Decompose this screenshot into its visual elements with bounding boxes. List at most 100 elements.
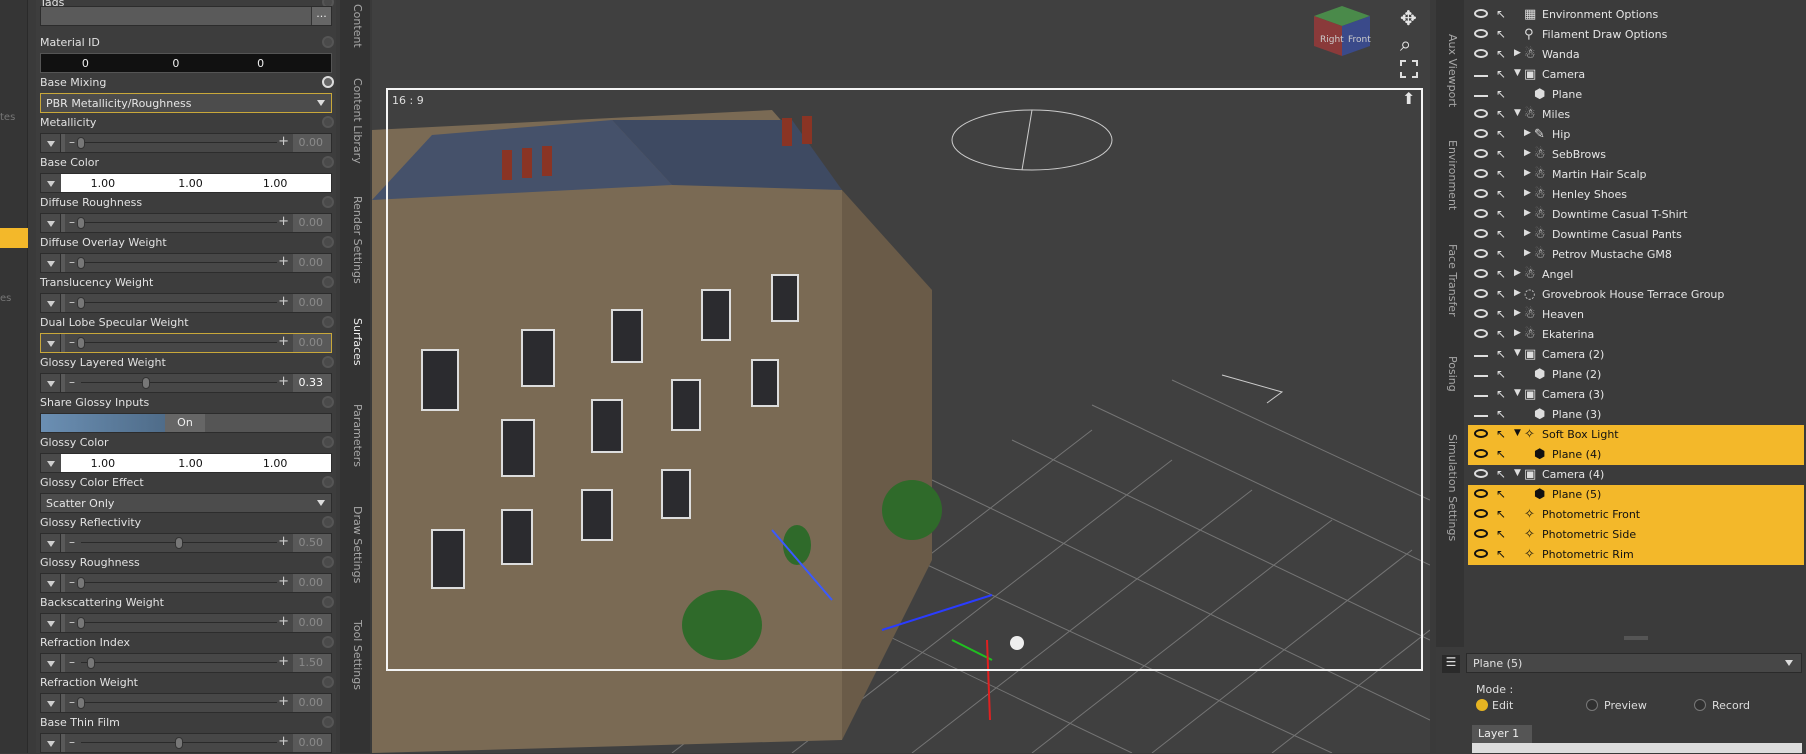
- eye-icon[interactable]: [1474, 129, 1488, 138]
- eye-icon[interactable]: [1474, 329, 1488, 338]
- selectable-pointer-icon[interactable]: ↖: [1496, 427, 1506, 441]
- move-view-icon[interactable]: ✥: [1400, 6, 1417, 30]
- gear-icon[interactable]: [322, 516, 334, 528]
- chevron-down-icon[interactable]: [41, 254, 61, 272]
- minus-icon[interactable]: –: [69, 615, 75, 629]
- selectable-pointer-icon[interactable]: ↖: [1496, 407, 1506, 421]
- color-channel-value[interactable]: 1.00: [91, 177, 116, 190]
- slider-value[interactable]: 0.00: [299, 336, 324, 349]
- scene-row[interactable]: ↖ ▶ ☃ Angel: [1468, 265, 1804, 285]
- gear-icon[interactable]: [322, 116, 334, 128]
- slider-value[interactable]: 0.00: [299, 576, 324, 589]
- minus-icon[interactable]: –: [69, 695, 75, 709]
- slider-track[interactable]: – +: [65, 734, 293, 752]
- color-field[interactable]: 1.00 1.00 1.00: [40, 173, 332, 193]
- scene-row[interactable]: ↖ ▶ ☃ Wanda: [1468, 45, 1804, 65]
- selectable-pointer-icon[interactable]: ↖: [1496, 267, 1506, 281]
- scene-row[interactable]: ↖ ⬢ Plane (4): [1468, 445, 1804, 465]
- minus-icon[interactable]: –: [69, 575, 75, 589]
- scene-row[interactable]: ↖ ▶ ☃ Ekaterina: [1468, 325, 1804, 345]
- plus-icon[interactable]: +: [278, 654, 289, 669]
- eye-icon[interactable]: [1474, 109, 1488, 118]
- scene-row[interactable]: ↖ ▼ ▣ Camera (4): [1468, 465, 1804, 485]
- tab-tool-settings[interactable]: Tool Settings: [346, 620, 364, 690]
- plus-icon[interactable]: +: [278, 534, 289, 549]
- property-slider[interactable]: – +0.00: [40, 213, 332, 233]
- slider-knob[interactable]: [77, 617, 85, 629]
- plus-icon[interactable]: +: [278, 214, 289, 229]
- gear-icon[interactable]: [322, 196, 334, 208]
- plus-icon[interactable]: +: [278, 614, 289, 629]
- property-slider[interactable]: – +0.00: [40, 613, 332, 633]
- color-channel-value[interactable]: 1.00: [91, 457, 116, 470]
- minus-icon[interactable]: –: [69, 335, 75, 349]
- selectable-pointer-icon[interactable]: ↖: [1496, 327, 1506, 341]
- gear-icon[interactable]: [322, 356, 334, 368]
- node-select[interactable]: Plane (5): [1466, 653, 1802, 673]
- selectable-pointer-icon[interactable]: ↖: [1496, 287, 1506, 301]
- tab-simulation-settings[interactable]: Simulation Settings: [1441, 434, 1459, 541]
- slider-track[interactable]: – +: [65, 374, 293, 392]
- selectable-pointer-icon[interactable]: ↖: [1496, 27, 1506, 41]
- selectable-pointer-icon[interactable]: ↖: [1496, 147, 1506, 161]
- scene-row[interactable]: ↖ ⬢ Plane (2): [1468, 365, 1804, 385]
- scene-row[interactable]: ↖ ▼ ▣ Camera: [1468, 65, 1804, 85]
- tab-content[interactable]: Content: [346, 4, 364, 48]
- expand-icon[interactable]: ▶: [1524, 228, 1531, 238]
- eye-icon[interactable]: [1474, 489, 1488, 498]
- material-id-field[interactable]: 0 0 0: [40, 53, 332, 73]
- scene-row[interactable]: ↖ ⬢ Plane (5): [1468, 485, 1804, 505]
- eye-icon[interactable]: [1474, 49, 1488, 58]
- gear-icon[interactable]: [322, 676, 334, 688]
- scene-row[interactable]: ↖ ▶ ☃ SebBrows: [1468, 145, 1804, 165]
- gear-icon[interactable]: [322, 396, 334, 408]
- chevron-down-icon[interactable]: [41, 614, 61, 632]
- slider-value[interactable]: 0.33: [299, 376, 324, 389]
- minus-icon[interactable]: –: [69, 375, 75, 389]
- orbit-icon[interactable]: ⬆: [1402, 89, 1415, 108]
- tab-face-transfer[interactable]: Face Transfer: [1441, 244, 1459, 317]
- selectable-pointer-icon[interactable]: ↖: [1496, 347, 1506, 361]
- eye-closed-icon[interactable]: [1474, 73, 1488, 77]
- tab-content-library[interactable]: Content Library: [346, 78, 364, 164]
- slider-track[interactable]: – +: [65, 214, 293, 232]
- frame-selection-icon[interactable]: [1400, 60, 1418, 78]
- material-id-value[interactable]: 0: [257, 57, 264, 70]
- layer-tab[interactable]: Layer 1: [1472, 725, 1532, 743]
- slider-value[interactable]: 0.00: [299, 256, 324, 269]
- tab-environment[interactable]: Environment: [1441, 140, 1459, 210]
- scene-row[interactable]: ↖ ⚲ Filament Draw Options: [1468, 25, 1804, 45]
- gear-icon[interactable]: [322, 636, 334, 648]
- scene-row[interactable]: ↖ ▶ ☃ Heaven: [1468, 305, 1804, 325]
- eye-icon[interactable]: [1474, 529, 1488, 538]
- slider-value[interactable]: 0.00: [299, 296, 324, 309]
- chevron-down-icon[interactable]: [41, 534, 61, 552]
- view-cube[interactable]: Right Front: [1312, 4, 1372, 59]
- property-slider[interactable]: – +1.50: [40, 653, 332, 673]
- property-slider[interactable]: – +0.00: [40, 733, 332, 753]
- expand-icon[interactable]: ▶: [1524, 168, 1531, 178]
- slider-track[interactable]: – +: [65, 574, 293, 592]
- property-slider[interactable]: – +0.00: [40, 573, 332, 593]
- plus-icon[interactable]: +: [278, 574, 289, 589]
- minus-icon[interactable]: –: [69, 135, 75, 149]
- gear-icon[interactable]: [322, 36, 334, 48]
- minus-icon[interactable]: –: [69, 535, 75, 549]
- tab-posing[interactable]: Posing: [1441, 356, 1459, 392]
- eye-closed-icon[interactable]: [1474, 373, 1488, 377]
- chevron-down-icon[interactable]: [41, 374, 61, 392]
- material-id-value[interactable]: 0: [82, 57, 89, 70]
- tags-browse-button[interactable]: ...: [311, 7, 331, 25]
- selectable-pointer-icon[interactable]: ↖: [1496, 187, 1506, 201]
- plus-icon[interactable]: +: [278, 734, 289, 749]
- minus-icon[interactable]: –: [69, 295, 75, 309]
- minus-icon[interactable]: –: [69, 255, 75, 269]
- gear-icon[interactable]: [322, 236, 334, 248]
- slider-knob[interactable]: [77, 697, 85, 709]
- scene-row[interactable]: ↖ ⬢ Plane: [1468, 85, 1804, 105]
- selectable-pointer-icon[interactable]: ↖: [1496, 107, 1506, 121]
- scene-row[interactable]: ↖ ▼ ▣ Camera (2): [1468, 345, 1804, 365]
- eye-icon[interactable]: [1474, 9, 1488, 18]
- selectable-pointer-icon[interactable]: ↖: [1496, 307, 1506, 321]
- property-slider[interactable]: – +0.00: [40, 293, 332, 313]
